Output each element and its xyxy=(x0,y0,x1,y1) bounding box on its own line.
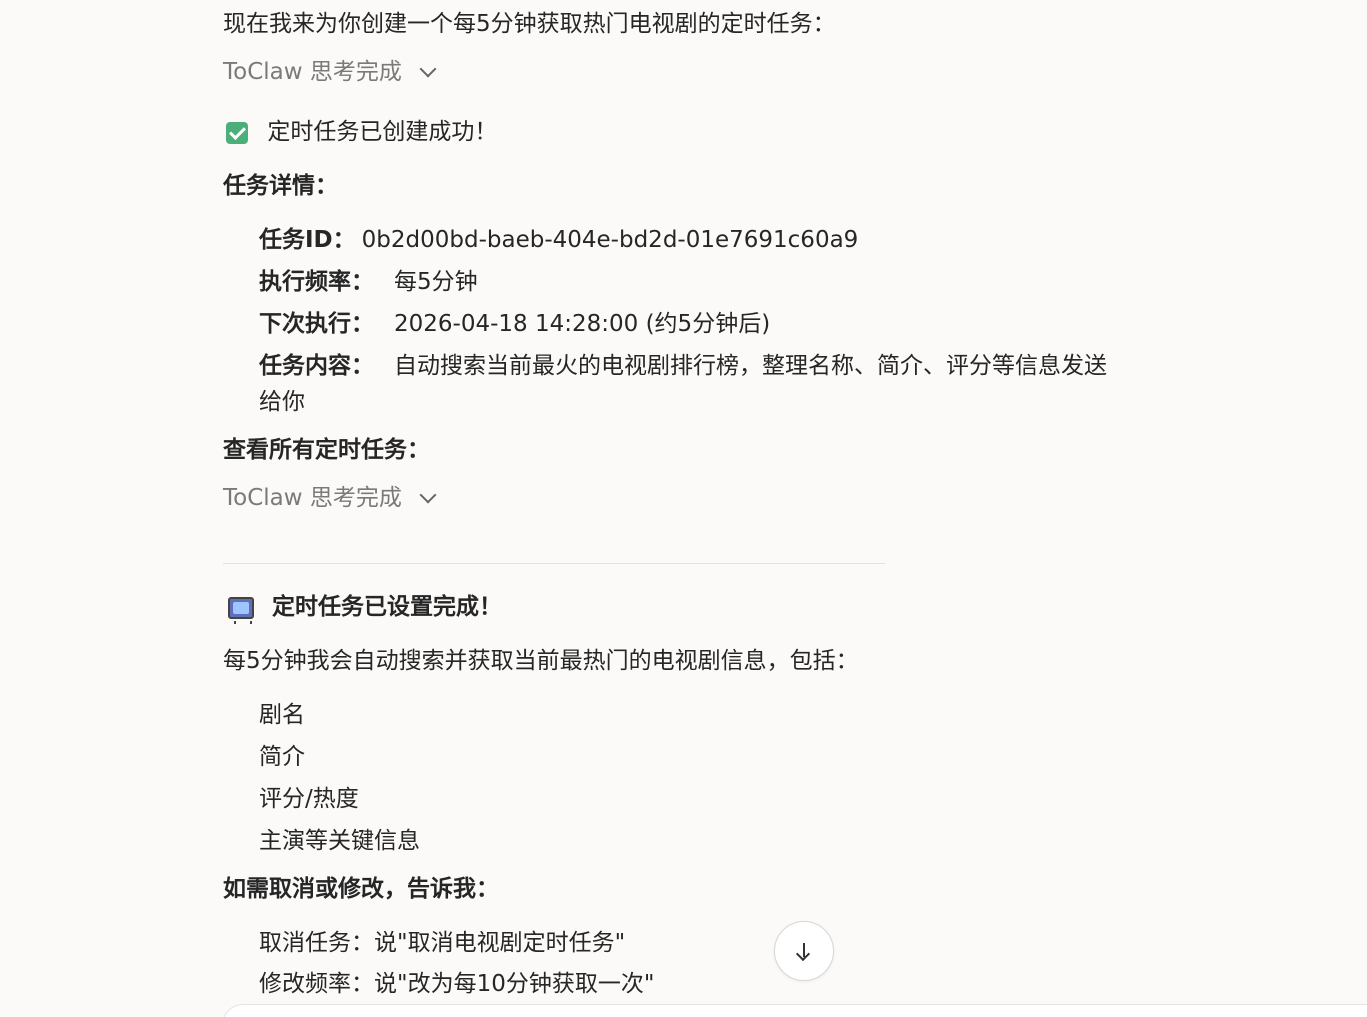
list-item: 评分/热度 xyxy=(259,786,359,812)
detail-next-run-row: 下次执行： 2026-04-18 14:28:00 (约5分钟后) xyxy=(259,308,770,340)
list-item: 主演等关键信息 xyxy=(259,828,420,854)
detail-frequency-value: 每5分钟 xyxy=(394,269,478,295)
detail-next-run-key: 下次执行： xyxy=(259,311,374,337)
thinking-toggle-2[interactable]: ToClaw 思考完成 xyxy=(223,482,437,514)
detail-id-row: 任务ID： 0b2d00bd-baeb-404e-bd2d-01e7691c60… xyxy=(259,224,858,256)
detail-next-run-value: 2026-04-18 14:28:00 (约5分钟后) xyxy=(394,311,771,337)
scroll-to-bottom-button[interactable] xyxy=(774,921,834,981)
detail-content-value-cont: 给你 xyxy=(259,389,305,415)
thinking-label: ToClaw 思考完成 xyxy=(223,485,402,511)
detail-content-key: 任务内容： xyxy=(259,353,374,379)
detail-id-value: 0b2d00bd-baeb-404e-bd2d-01e7691c60a9 xyxy=(361,227,859,253)
done-title: 定时任务已设置完成！ xyxy=(272,594,503,620)
intro-text: 现在我来为你创建一个每5分钟获取热门电视剧的定时任务： xyxy=(223,11,836,37)
details-heading: 任务详情： xyxy=(223,173,338,199)
thinking-toggle-1[interactable]: ToClaw 思考完成 xyxy=(223,56,437,88)
detail-content-value: 自动搜索当前最火的电视剧排行榜，整理名称、简介、评分等信息发送 xyxy=(394,353,1107,379)
detail-id-key: 任务ID： xyxy=(259,227,356,253)
chevron-down-icon xyxy=(419,486,437,504)
list-item: 修改频率：说"改为每10分钟获取一次" xyxy=(259,971,655,997)
section-divider xyxy=(223,563,885,564)
view-all-heading: 查看所有定时任务： xyxy=(223,437,430,463)
thinking-label: ToClaw 思考完成 xyxy=(223,59,402,85)
arrow-down-icon-head xyxy=(795,946,811,962)
done-title-line: 定时任务已设置完成！ xyxy=(228,591,503,624)
detail-content-row: 任务内容： 自动搜索当前最火的电视剧排行榜，整理名称、简介、评分等信息发送 xyxy=(259,350,1107,382)
list-item: 取消任务：说"取消电视剧定时任务" xyxy=(259,930,626,956)
tv-icon xyxy=(228,596,254,624)
check-icon xyxy=(226,121,248,144)
success-text: 定时任务已创建成功！ xyxy=(267,119,498,145)
detail-frequency-key: 执行频率： xyxy=(259,269,374,295)
cancel-heading: 如需取消或修改，告诉我： xyxy=(223,876,499,902)
list-item: 简介 xyxy=(259,744,305,770)
chevron-down-icon xyxy=(419,60,437,78)
success-line: 定时任务已创建成功！ xyxy=(226,116,497,148)
list-item: 剧名 xyxy=(259,702,305,728)
detail-frequency-row: 执行频率： 每5分钟 xyxy=(259,266,478,298)
message-input-box[interactable] xyxy=(222,1004,1367,1017)
chat-page: 现在我来为你创建一个每5分钟获取热门电视剧的定时任务： ToClaw 思考完成 … xyxy=(0,0,1367,1017)
summary-text: 每5分钟我会自动搜索并获取当前最热门的电视剧信息，包括： xyxy=(223,648,859,674)
